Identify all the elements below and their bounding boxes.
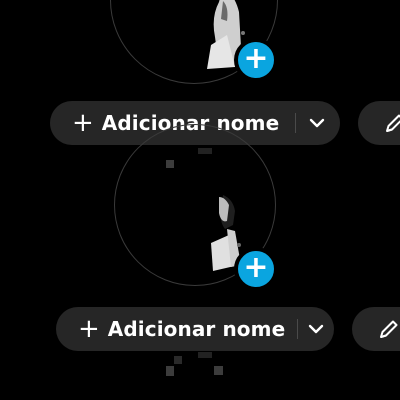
edit-button-2[interactable] — [352, 307, 400, 351]
artifact — [198, 352, 212, 358]
name-options-dropdown-2[interactable] — [298, 307, 334, 351]
add-photo-button-1[interactable]: + — [234, 38, 278, 82]
chevron-down-icon — [308, 324, 324, 334]
edit-button-1[interactable] — [358, 101, 400, 145]
plus-circle-icon: + — [243, 250, 269, 285]
add-photo-button-2[interactable]: + — [234, 247, 278, 291]
screen: + + Adicionar nome + + Adicionar nome — [0, 0, 400, 400]
chevron-down-icon — [310, 118, 325, 128]
pencil-icon — [386, 114, 400, 132]
plus-circle-icon: + — [243, 41, 269, 76]
plus-icon: + — [78, 314, 100, 344]
artifact — [214, 366, 223, 375]
artifact — [174, 356, 182, 364]
name-options-dropdown-1[interactable] — [296, 101, 338, 145]
plus-icon: + — [72, 108, 94, 138]
add-name-label: Adicionar nome — [107, 317, 286, 341]
artifact — [166, 366, 174, 376]
pencil-icon — [380, 320, 398, 338]
add-name-button-2[interactable]: + Adicionar nome — [56, 307, 334, 351]
